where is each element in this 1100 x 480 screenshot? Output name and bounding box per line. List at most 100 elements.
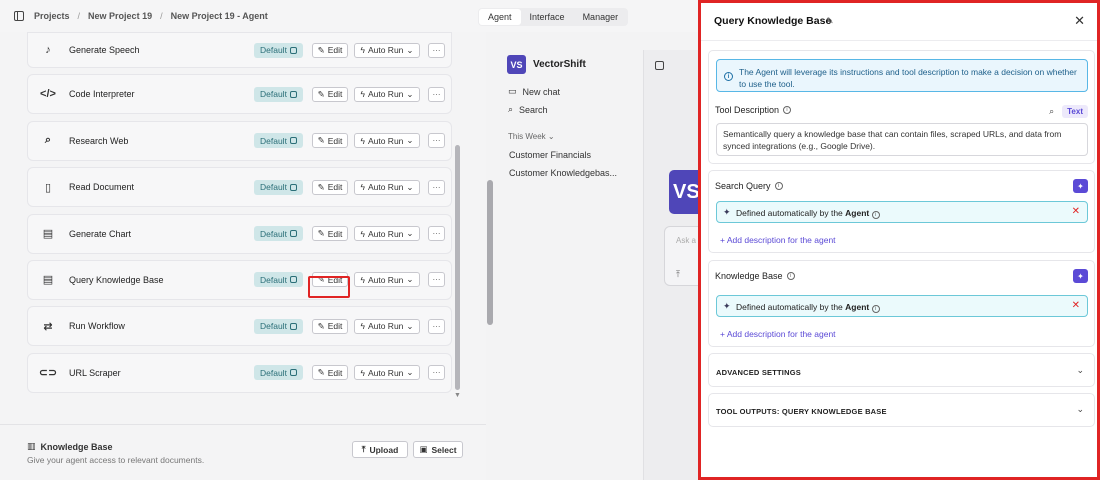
upload-button[interactable]: ⤒ Upload: [352, 441, 408, 458]
more-options-button[interactable]: ···: [428, 42, 445, 58]
help-icon[interactable]: i: [783, 106, 792, 114]
code-icon: </>: [40, 88, 56, 101]
tool-name: Query Knowledge Base: [69, 274, 164, 285]
search-icon: ⌕: [44, 134, 52, 147]
tools-panel: ♪ Generate Speech Default ✎ Edit ϟ Auto Run ⌄ ··…: [0, 32, 496, 480]
help-icon[interactable]: i: [786, 272, 795, 280]
pencil-icon[interactable]: ✎: [826, 16, 834, 27]
brand-name: VectorShift: [533, 59, 586, 70]
more-options-button[interactable]: ···: [428, 179, 445, 195]
search-button[interactable]: ⌕ Search: [508, 104, 548, 115]
badge-label: Default: [260, 321, 287, 332]
bolt-icon: ϟ: [360, 182, 365, 193]
default-badge[interactable]: Default: [254, 133, 303, 149]
tool-row[interactable]: ▤ Query Knowledge Base Default ✎ Edit ϟ Auto R…: [27, 259, 452, 300]
chevron-down-icon: ⌄: [406, 181, 414, 192]
default-badge[interactable]: Default: [254, 179, 303, 195]
default-badge[interactable]: Default: [254, 272, 303, 288]
add-description-link[interactable]: + Add description for the agent: [720, 235, 836, 245]
badge-square-icon: [289, 46, 297, 54]
edit-label: Edit: [327, 367, 343, 378]
history-item[interactable]: Customer Knowledgebas...: [509, 168, 617, 178]
edit-button[interactable]: ✎ Edit: [312, 318, 348, 334]
tab-manager[interactable]: Manager: [574, 9, 628, 25]
badge-label: Default: [260, 135, 287, 146]
edit-button[interactable]: ✎ Edit: [312, 226, 348, 242]
upload-icon: ⤒: [361, 444, 366, 454]
auto-run-dropdown[interactable]: ϟ Auto Run ⌄: [354, 226, 420, 242]
chevron-down-icon[interactable]: ⌄: [1076, 365, 1084, 376]
edit-button[interactable]: ✎ Edit: [312, 365, 348, 381]
edit-highlight-box: [308, 276, 350, 298]
new-chat-button[interactable]: ▭ New chat: [508, 86, 560, 97]
auto-run-dropdown[interactable]: ϟ Auto Run ⌄: [354, 42, 420, 58]
more-options-button[interactable]: ···: [428, 365, 445, 381]
help-icon[interactable]: i: [774, 182, 783, 190]
more-options-button[interactable]: ···: [428, 133, 445, 149]
tools-scrollbar[interactable]: [455, 145, 460, 390]
edit-button[interactable]: ✎ Edit: [312, 86, 348, 102]
auto-run-dropdown[interactable]: ϟ Auto Run ⌄: [354, 179, 420, 195]
knowledge-base-label-text: Knowledge Base: [715, 271, 783, 281]
close-icon[interactable]: ✕: [1074, 13, 1085, 29]
advanced-settings-title: ADVANCED SETTINGS: [716, 368, 801, 377]
bolt-icon: ϟ: [360, 89, 365, 100]
add-description-link[interactable]: + Add description for the agent: [720, 329, 836, 339]
default-badge[interactable]: Default: [254, 365, 303, 381]
tab-interface[interactable]: Interface: [521, 9, 574, 25]
panel-toggle-icon[interactable]: [655, 61, 664, 70]
auto-run-dropdown[interactable]: ϟ Auto Run ⌄: [354, 133, 420, 149]
tool-list: ♪ Generate Speech Default ✎ Edit ϟ Auto Run ⌄ ··…: [27, 32, 452, 399]
breadcrumb-project[interactable]: New Project 19: [88, 11, 152, 21]
attach-icon[interactable]: ⤒: [676, 269, 680, 280]
tab-agent[interactable]: Agent: [479, 9, 521, 25]
tool-row[interactable]: ⊂⊃ URL Scraper Default ✎ Edit ϟ Auto Run ⌄ ···: [27, 352, 452, 393]
sparkle-button[interactable]: ✦: [1073, 269, 1088, 283]
sidebar-toggle-icon[interactable]: [14, 11, 24, 21]
default-badge[interactable]: Default: [254, 86, 303, 102]
chevron-down-icon[interactable]: ⌄: [1076, 404, 1084, 415]
chevron-down-icon: ⌄: [406, 88, 414, 99]
tool-description-field[interactable]: Semantically query a knowledge base that…: [716, 123, 1088, 156]
tool-outputs-section[interactable]: TOOL OUTPUTS: QUERY KNOWLEDGE BASE ⌄: [708, 393, 1095, 427]
more-options-button[interactable]: ···: [428, 318, 445, 334]
default-badge[interactable]: Default: [254, 318, 303, 334]
tool-row[interactable]: ⇄ Run Workflow Default ✎ Edit ϟ Auto Run ⌄ ···: [27, 306, 452, 347]
history-item[interactable]: Customer Financials: [509, 150, 591, 160]
info-text: The Agent will leverage its instructions…: [739, 67, 1077, 89]
chevron-down-icon: ⌄: [406, 135, 414, 146]
chat-mode-icon[interactable]: ⌕: [1049, 106, 1054, 117]
badge-square-icon: [289, 276, 297, 284]
select-button[interactable]: ▣ Select: [413, 441, 463, 458]
tool-row[interactable]: ▤ Generate Chart Default ✎ Edit ϟ Auto Run ⌄ ···: [27, 213, 452, 254]
remove-icon[interactable]: ✕: [1072, 300, 1080, 311]
scroll-down-icon[interactable]: ▼: [454, 392, 461, 399]
chat-scrollbar[interactable]: [487, 180, 493, 325]
tool-row[interactable]: ♪ Generate Speech Default ✎ Edit ϟ Auto Run ⌄ ··…: [27, 32, 452, 68]
remove-icon[interactable]: ✕: [1072, 206, 1080, 217]
more-options-button[interactable]: ···: [428, 272, 445, 288]
default-badge[interactable]: Default: [254, 42, 303, 58]
auto-run-dropdown[interactable]: ϟ Auto Run ⌄: [354, 318, 420, 334]
edit-button[interactable]: ✎ Edit: [312, 179, 348, 195]
edit-button[interactable]: ✎ Edit: [312, 42, 348, 58]
text-mode-toggle[interactable]: Text: [1062, 105, 1088, 118]
breadcrumb-projects[interactable]: Projects: [34, 11, 70, 21]
auto-run-dropdown[interactable]: ϟ Auto Run ⌄: [354, 272, 420, 288]
more-options-button[interactable]: ···: [428, 86, 445, 102]
panel-title: Query Knowledge Base: [714, 15, 832, 27]
auto-run-dropdown[interactable]: ϟ Auto Run ⌄: [354, 365, 420, 381]
tool-row[interactable]: </> Code Interpreter Default ✎ Edit ϟ Auto Run…: [27, 74, 452, 115]
auto-run-dropdown[interactable]: ϟ Auto Run ⌄: [354, 86, 420, 102]
search-label: Search: [519, 104, 548, 115]
chevron-down-icon: ⌄: [406, 44, 414, 55]
tool-row[interactable]: ⌕ Research Web Default ✎ Edit ϟ Auto Run ⌄ ···: [27, 120, 452, 161]
tool-name: Code Interpreter: [69, 89, 135, 100]
more-options-button[interactable]: ···: [428, 226, 445, 242]
this-week-header[interactable]: This Week ⌄: [508, 132, 555, 141]
edit-button[interactable]: ✎ Edit: [312, 133, 348, 149]
advanced-settings-section[interactable]: ADVANCED SETTINGS ⌄: [708, 353, 1095, 387]
tool-row[interactable]: ▯ Read Document Default ✎ Edit ϟ Auto Run ⌄ ···: [27, 167, 452, 208]
sparkle-button[interactable]: ✦: [1073, 179, 1088, 193]
default-badge[interactable]: Default: [254, 226, 303, 242]
